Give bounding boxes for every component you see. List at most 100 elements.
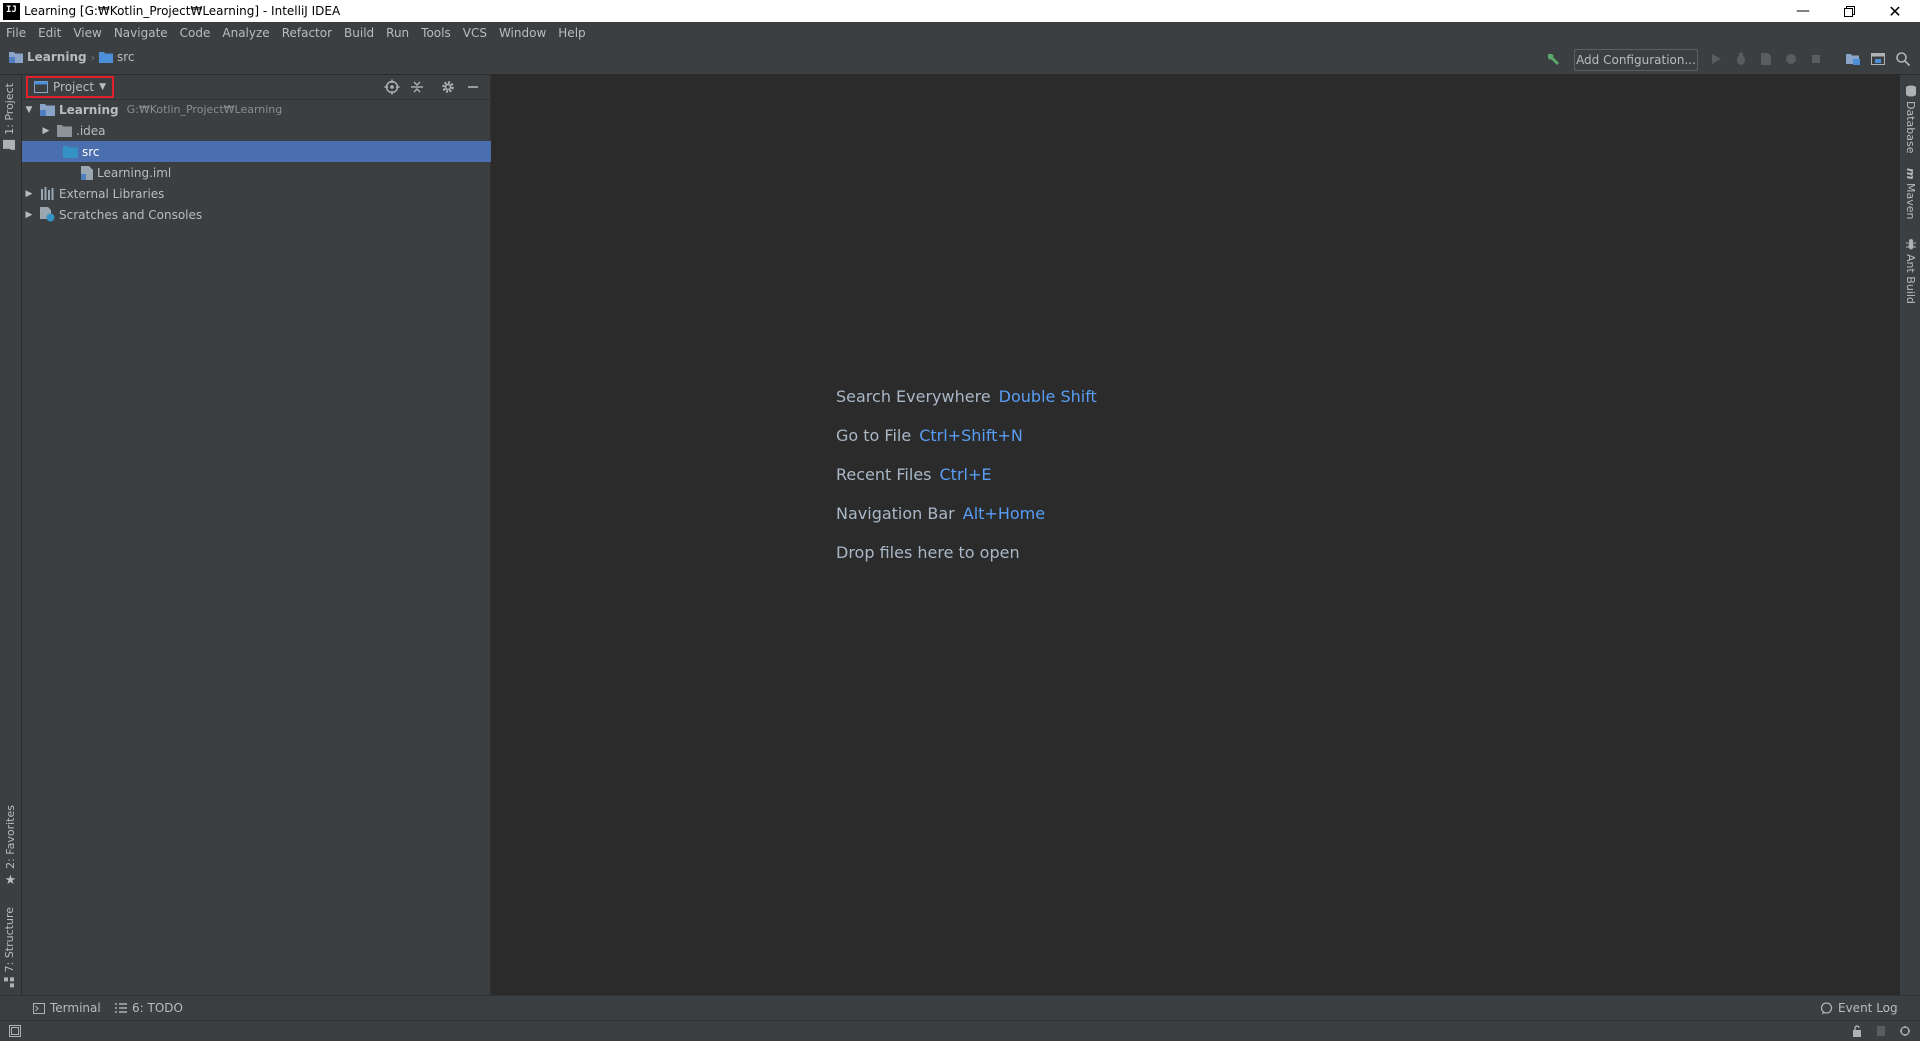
- menu-tools[interactable]: Tools: [415, 22, 457, 44]
- tool-tab-event-log[interactable]: Event Log: [1820, 1001, 1898, 1015]
- tool-tab-event-log-label: Event Log: [1838, 1001, 1898, 1015]
- menu-code[interactable]: Code: [174, 22, 217, 44]
- navigation-bar: Learning › src Add Configuration...: [0, 44, 1920, 75]
- menu-navigate[interactable]: Navigate: [108, 22, 174, 44]
- restore-icon: [1843, 5, 1855, 17]
- tree-node-learning-iml[interactable]: Learning.iml: [22, 162, 543, 183]
- search-icon[interactable]: [1895, 51, 1911, 67]
- project-view-selector[interactable]: Project ▼: [26, 76, 114, 98]
- status-bar: [0, 1020, 1920, 1041]
- restore-button[interactable]: [1826, 0, 1872, 22]
- add-configuration-button[interactable]: Add Configuration...: [1574, 49, 1698, 71]
- window-layout-icon[interactable]: [1870, 51, 1886, 67]
- breadcrumb: Learning › src: [9, 50, 135, 64]
- menu-view[interactable]: View: [67, 22, 107, 44]
- tree-node-scratches[interactable]: ▶ Scratches and Consoles: [22, 204, 492, 225]
- menu-build[interactable]: Build: [338, 22, 380, 44]
- menu-vcs[interactable]: VCS: [457, 22, 493, 44]
- tool-tab-project-label: 1: Project: [3, 83, 16, 135]
- todo-list-icon: [115, 1003, 127, 1013]
- hint-go-to-file: Go to File Ctrl+Shift+N: [836, 426, 1023, 445]
- hide-panel-icon[interactable]: [465, 79, 481, 95]
- tool-tab-favorites-label: 2: Favorites: [4, 805, 17, 869]
- build-hammer-icon[interactable]: [1545, 51, 1561, 67]
- tool-tab-ant-build[interactable]: Ant Build: [1904, 238, 1917, 304]
- toggle-tool-windows-icon[interactable]: [9, 1025, 21, 1037]
- menu-analyze[interactable]: Analyze: [216, 22, 275, 44]
- hint-recent-files: Recent Files Ctrl+E: [836, 465, 991, 484]
- tree-node-label: Scratches and Consoles: [59, 207, 203, 222]
- tree-node-idea[interactable]: ▶ .idea: [22, 120, 509, 141]
- hint-shortcut: Ctrl+E: [939, 465, 992, 484]
- menu-edit[interactable]: Edit: [32, 22, 67, 44]
- minimize-button[interactable]: —: [1780, 0, 1826, 22]
- project-structure-icon[interactable]: [1845, 51, 1861, 67]
- menu-file[interactable]: File: [0, 22, 32, 44]
- stop-icon[interactable]: [1808, 51, 1824, 67]
- maven-icon: m: [1904, 168, 1917, 180]
- close-button[interactable]: ✕: [1872, 0, 1918, 22]
- gear-icon[interactable]: [440, 79, 456, 95]
- locate-icon[interactable]: [384, 79, 400, 95]
- tool-tab-terminal-label: Terminal: [50, 1001, 101, 1015]
- hint-label: Recent Files: [836, 465, 932, 484]
- collapsed-arrow-icon[interactable]: ▶: [41, 126, 51, 136]
- menu-refactor[interactable]: Refactor: [276, 22, 338, 44]
- structure-icon: [4, 977, 15, 988]
- tree-node-src[interactable]: src: [22, 141, 525, 162]
- project-tool-window: Project ▼ ▼ Learning G:₩Kotlin_Project₩L…: [22, 75, 525, 995]
- tree-node-label: Learning: [59, 102, 119, 117]
- hint-shortcut: Alt+Home: [962, 504, 1046, 523]
- tool-tab-database[interactable]: Database: [1904, 85, 1917, 154]
- menu-run[interactable]: Run: [380, 22, 415, 44]
- tree-node-external-libraries[interactable]: ▶ External Libraries: [22, 183, 492, 204]
- lock-icon[interactable]: [1851, 1025, 1863, 1037]
- inspector-icon[interactable]: [1875, 1025, 1887, 1037]
- chevron-down-icon: ▼: [99, 82, 106, 92]
- tool-tab-structure[interactable]: 7: Structure: [3, 907, 16, 988]
- tool-tab-ant-build-label: Ant Build: [1904, 254, 1917, 304]
- menu-window[interactable]: Window: [493, 22, 552, 44]
- tree-node-learning[interactable]: ▼ Learning G:₩Kotlin_Project₩Learning: [22, 99, 492, 120]
- hint-search-everywhere: Search Everywhere Double Shift: [836, 387, 1097, 406]
- folder-icon: [99, 51, 113, 63]
- hint-navigation-bar: Navigation Bar Alt+Home: [836, 504, 1045, 523]
- hint-label: Drop files here to open: [836, 543, 1020, 562]
- profile-icon[interactable]: [1783, 51, 1799, 67]
- memory-indicator-icon[interactable]: [1899, 1025, 1911, 1037]
- tool-tab-todo[interactable]: 6: TODO: [115, 1001, 183, 1015]
- module-folder-icon: [9, 51, 23, 63]
- breadcrumb-learning[interactable]: Learning: [27, 50, 87, 64]
- chevron-right-icon: ›: [90, 50, 95, 64]
- debug-icon[interactable]: [1733, 51, 1749, 67]
- expanded-arrow-icon[interactable]: ▼: [24, 105, 34, 115]
- hint-label: Search Everywhere: [836, 387, 991, 406]
- source-folder-icon: [63, 145, 78, 158]
- tool-tab-terminal[interactable]: Terminal: [33, 1001, 101, 1015]
- hint-label: Navigation Bar: [836, 504, 955, 523]
- event-log-icon: [1820, 1001, 1833, 1014]
- tool-tab-favorites[interactable]: ★ 2: Favorites: [3, 805, 18, 888]
- tool-tab-maven[interactable]: m Maven: [1904, 168, 1917, 220]
- menu-help[interactable]: Help: [552, 22, 591, 44]
- tree-node-label: Learning.iml: [97, 165, 172, 180]
- breadcrumb-src[interactable]: src: [117, 50, 135, 64]
- libraries-icon: [40, 187, 55, 200]
- scratches-icon: [40, 207, 55, 222]
- tree-node-label: src: [82, 144, 100, 159]
- window-title: Learning [G:₩Kotlin_Project₩Learning] - …: [24, 4, 341, 18]
- bottom-tool-bar: Terminal 6: TODO Event Log: [0, 995, 1920, 1021]
- tool-tab-project[interactable]: 1: Project: [3, 83, 16, 151]
- module-path: G:₩Kotlin_Project₩Learning: [126, 103, 283, 116]
- tree-node-label: External Libraries: [59, 186, 165, 201]
- run-icon[interactable]: [1708, 51, 1724, 67]
- iml-file-icon: [81, 165, 93, 180]
- tree-node-label: .idea: [76, 123, 106, 138]
- collapsed-arrow-icon[interactable]: ▶: [24, 210, 34, 220]
- coverage-icon[interactable]: [1758, 51, 1774, 67]
- collapse-all-icon[interactable]: [409, 79, 425, 95]
- editor-empty-area[interactable]: Search Everywhere Double Shift Go to File…: [491, 75, 1898, 995]
- collapsed-arrow-icon[interactable]: ▶: [24, 189, 34, 199]
- project-view-label: Project: [53, 80, 95, 94]
- hint-shortcut: Ctrl+Shift+N: [919, 426, 1023, 445]
